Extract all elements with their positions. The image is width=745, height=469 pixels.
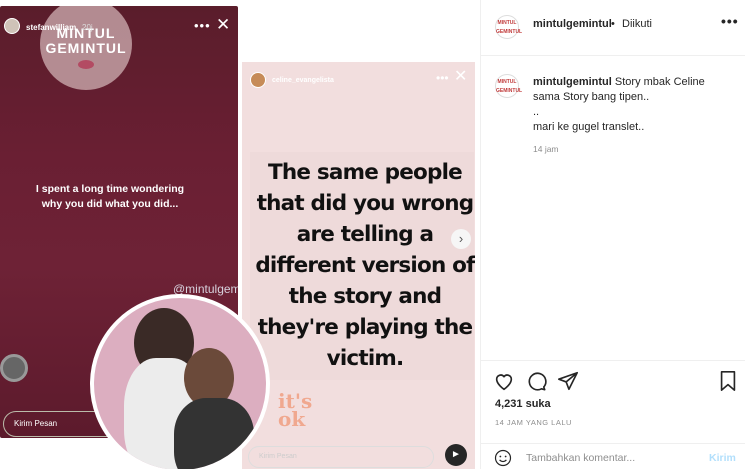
sound-icon[interactable]: ► [445,444,467,466]
comment-icon[interactable] [525,370,547,392]
story-quote: The same people that did you wrong are t… [255,160,475,371]
more-icon[interactable]: ••• [721,13,739,29]
post-author-username[interactable]: mintulgemintul [533,18,612,30]
avatar[interactable]: MINTUL GEMINTUL [495,15,522,39]
caption-time: 14 jam [533,144,559,154]
post-caption: mintulgemintul Story mbak Celine sama St… [533,75,733,135]
caption-line-3: mari ke gugel translet.. [533,121,645,133]
close-icon: ✕ [454,68,468,85]
share-icon[interactable] [557,370,579,392]
emoji-icon[interactable] [494,449,512,467]
likes-count[interactable]: 4,231 suka [495,398,551,410]
story-username: stefanwilliam [26,23,77,32]
avatar [4,18,20,34]
close-icon: ✕ [216,15,231,34]
record-circle-icon [0,354,28,382]
more-icon: ••• [436,71,449,85]
bookmark-icon[interactable] [717,370,739,392]
lips-icon [78,60,94,69]
more-icon: ••• [194,18,211,33]
its-ok-sticker: it's ok [278,389,313,431]
heart-icon[interactable] [493,370,515,392]
send-comment-button[interactable]: Kirim [709,452,736,464]
post-header: MINTUL GEMINTUL mintulgemintul • Diikuti … [481,0,745,56]
story-message-field: Kirim Pesan [248,446,434,468]
post-sidebar: MINTUL GEMINTUL mintulgemintul • Diikuti … [480,0,745,469]
post-actions: 4,231 suka 14 JAM YANG LALU Tambahkan ko… [481,360,745,469]
avatar [250,72,266,88]
story-username: celine_evangelista [272,77,334,84]
post-time-ago: 14 JAM YANG LALU [495,418,572,427]
post-media[interactable]: MINTUL GEMINTUL stefanwilliam 20j ••• ✕ I… [0,0,480,469]
comment-row: Tambahkan komentar... Kirim [481,443,745,469]
couple-photo [90,294,270,469]
caption-line-2: .. [533,106,540,118]
chevron-right-icon[interactable]: › [451,229,471,249]
follow-status[interactable]: Diikuti [622,18,652,30]
caption-username[interactable]: mintulgemintul [533,76,612,88]
story-screenshot-celine: celine_evangelista ••• ✕ The same people… [242,62,475,469]
avatar[interactable]: MINTUL GEMINTUL [495,74,522,98]
instagram-post-view: MINTUL GEMINTUL stefanwilliam 20j ••• ✕ I… [0,0,745,469]
comment-input[interactable]: Tambahkan komentar... [526,452,635,464]
story-quote: I spent a long time wondering why you di… [35,183,185,210]
story-time: 20j [82,23,93,32]
separator: • [611,18,615,30]
